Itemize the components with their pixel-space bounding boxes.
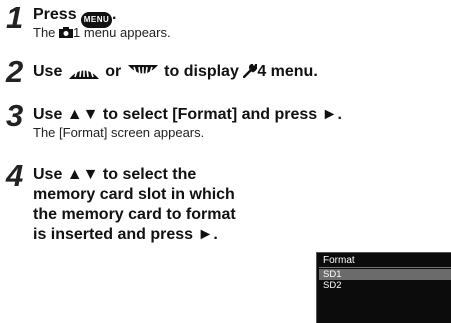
heading-text: 4 menu. — [257, 63, 318, 80]
step-number: 1 — [6, 0, 24, 35]
heading-text: . — [112, 6, 117, 23]
step-description: The [Format] screen appears. — [33, 125, 205, 140]
step-heading-line: memory card slot in which — [33, 186, 235, 203]
description-text: The — [33, 25, 56, 40]
wrench-icon — [243, 64, 258, 78]
step-heading-line: Use ▲▼ to select the — [33, 166, 197, 183]
description-text: 1 menu appears. — [73, 25, 171, 40]
heading-text: to display — [164, 63, 239, 80]
heading-text: or — [105, 63, 122, 80]
camera-icon — [59, 27, 74, 38]
step-number: 4 — [6, 158, 24, 193]
format-screen-illustration: Format SD1 SD2 — [316, 252, 451, 323]
step-description: The 1 menu appears. — [33, 25, 171, 41]
step-heading: Use ▲▼ to select [Format] and press ►. — [33, 106, 342, 123]
format-screen-title: Format — [319, 255, 451, 268]
step-heading-line: the memory card to format — [33, 206, 236, 223]
step-heading: Use or to display 4 menu. — [33, 62, 318, 82]
slot-option-sd2: SD2 — [323, 280, 342, 291]
slot-option-sd1: SD1 — [319, 269, 451, 280]
step-number: 3 — [6, 98, 24, 133]
step-number: 2 — [6, 54, 24, 89]
heading-text: Use — [33, 63, 63, 80]
step-heading-line: is inserted and press ►. — [33, 226, 218, 243]
front-e-dial-icon — [68, 67, 99, 79]
heading-text: Press — [33, 6, 77, 23]
rear-e-dial-icon — [127, 64, 158, 76]
